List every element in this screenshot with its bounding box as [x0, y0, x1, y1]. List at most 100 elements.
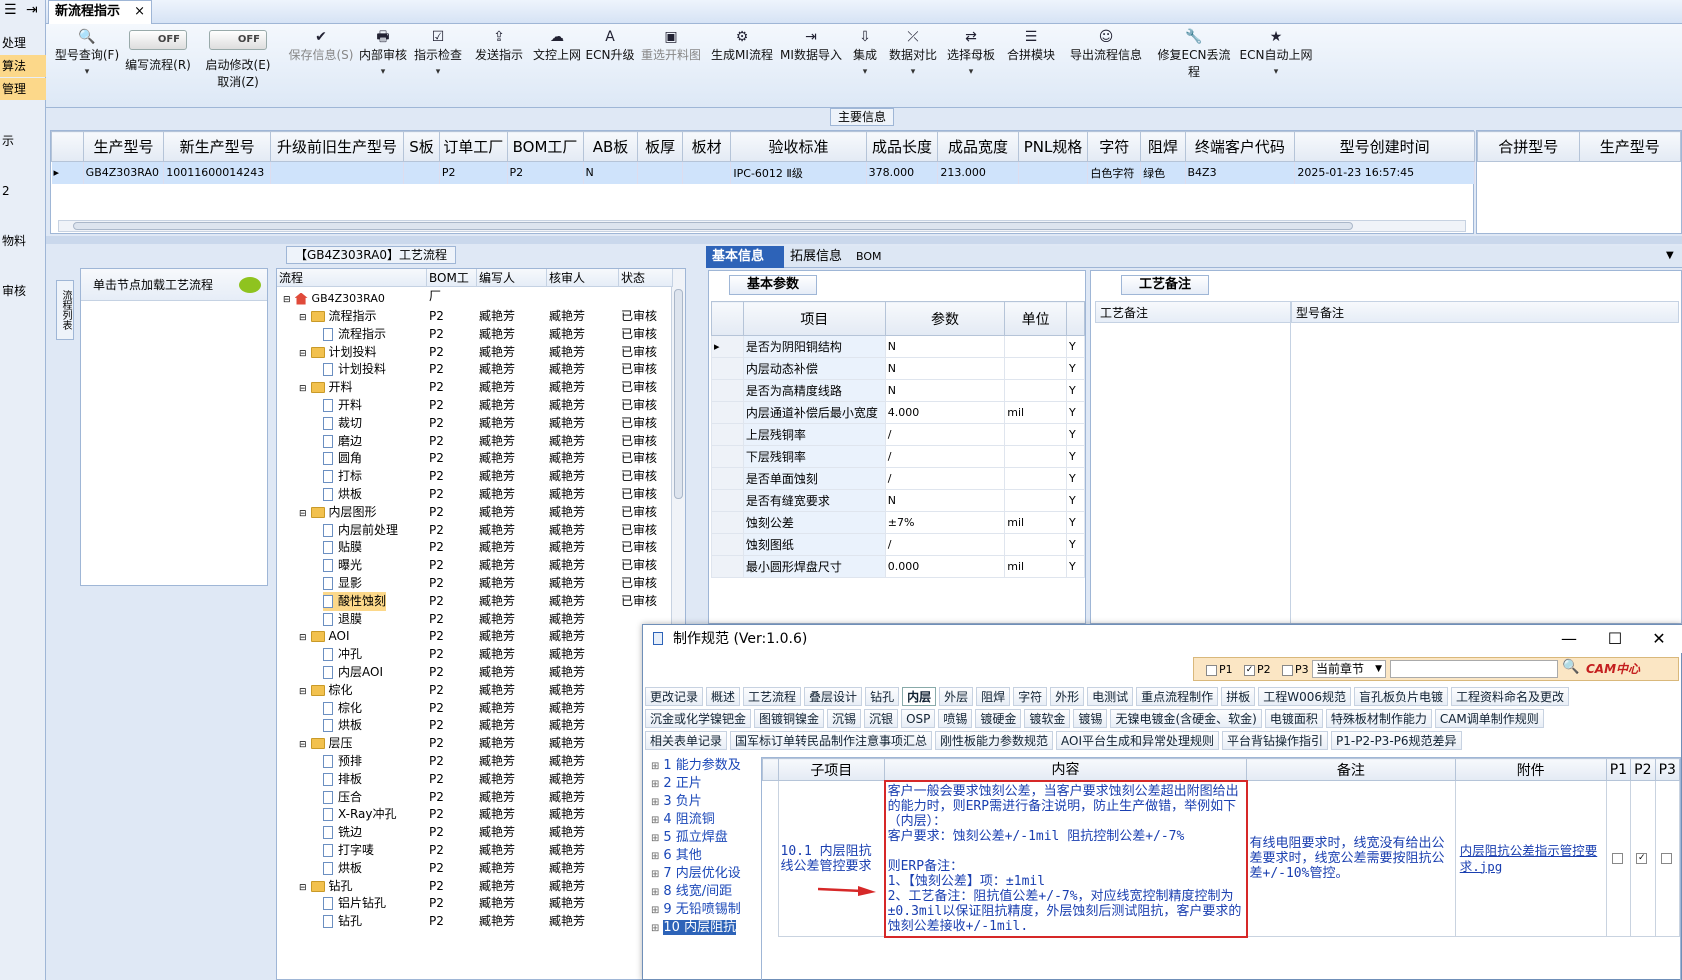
chevron-down-icon[interactable]: ▾ — [844, 67, 886, 77]
spec-tab[interactable]: 阻焊 — [976, 687, 1011, 706]
spec-tab[interactable]: CAM调单制作规则 — [1434, 709, 1544, 728]
column-header[interactable]: 升级前旧生产型号 — [269, 131, 405, 162]
toolbar-button[interactable]: 🔧 修复ECN丢流程 — [1152, 24, 1236, 108]
spec-tab[interactable]: 外层 — [939, 687, 974, 706]
tree-row[interactable]: 酸性蚀刻 P2 臧艳芳 臧艳芳 已审核 — [277, 591, 673, 611]
spec-tab[interactable]: 沉金或化学镍钯金 — [645, 709, 752, 728]
table-row[interactable]: 下层残铜率 / Y — [711, 445, 1085, 468]
column-header[interactable]: 成品长度 — [865, 131, 939, 162]
collapse-icon[interactable]: ⊟ — [299, 883, 307, 893]
column-header[interactable]: P1 — [1605, 758, 1632, 781]
chapter-node[interactable]: ⊞ 2 正片 — [651, 775, 755, 793]
toggle-switch[interactable]: OFF — [129, 30, 187, 50]
table-cell[interactable]: N — [884, 489, 1006, 512]
chevron-down-icon[interactable]: ▾ — [358, 67, 408, 77]
chapter-node[interactable]: ⊞ 5 孤立焊盘 — [651, 829, 755, 847]
p2-filter[interactable]: ✓ P2 — [1244, 663, 1271, 676]
chevron-down-icon[interactable]: ▾ — [50, 67, 124, 77]
table-cell[interactable]: 4.000 — [884, 401, 1006, 424]
spec-tab[interactable]: 工程资料命名及更改 — [1451, 687, 1570, 706]
column-header[interactable]: S板 — [403, 131, 440, 162]
spec-tab[interactable]: 内层 — [902, 687, 937, 706]
column-header[interactable]: 内容 — [884, 758, 1247, 781]
spec-tab[interactable]: 沉锡 — [827, 709, 862, 728]
collapse-icon[interactable]: ⊟ — [299, 740, 307, 750]
toolbar-button[interactable]: OFF 启动修改(E) 取消(Z) — [192, 24, 284, 108]
tree-row[interactable]: 烘板 P2 臧艳芳 臧艳芳 — [277, 716, 673, 735]
table-row[interactable]: 上层残铜率 / Y — [711, 423, 1085, 446]
column-header[interactable]: 附件 — [1454, 758, 1607, 781]
checkbox[interactable]: ✓ — [1636, 853, 1648, 864]
spec-tab[interactable]: 盲孔板负片电镀 — [1353, 687, 1448, 706]
toolbar-button[interactable]: ⇪ 发送指示 — [468, 24, 530, 108]
tree-row[interactable]: ⊟ 内层图形 P2 臧艳芳 臧艳芳 已审核 — [277, 503, 673, 522]
spec-tab[interactable]: 刚性板能力参数规范 — [935, 731, 1054, 750]
sidebar-item[interactable]: 处理 — [0, 32, 46, 54]
toolbar-button[interactable]: 🔍 型号查询(F) ▾ — [50, 24, 124, 108]
chevron-down-icon[interactable]: ▾ — [886, 67, 940, 77]
spec-tab[interactable]: 钻孔 — [865, 687, 900, 706]
tree-row[interactable]: 冲孔 P2 臧艳芳 臧艳芳 — [277, 645, 673, 664]
toggle-switch[interactable]: OFF — [209, 30, 267, 50]
chevron-down-icon[interactable]: ▾ — [1236, 67, 1316, 77]
spec-tab[interactable]: 概述 — [706, 687, 741, 706]
search-input[interactable] — [1390, 660, 1558, 678]
tree-row[interactable]: 显影 P2 臧艳芳 臧艳芳 已审核 — [277, 574, 673, 593]
spec-tab[interactable]: 镀硬金 — [975, 709, 1022, 728]
tree-row[interactable]: 内层前处理 P2 臧艳芳 臧艳芳 已审核 — [277, 521, 673, 540]
checkbox[interactable] — [1660, 853, 1672, 864]
toolbar-button[interactable]: ★ ECN自动上网 ▾ — [1236, 24, 1316, 108]
tree-row[interactable]: 预排 P2 臧艳芳 臧艳芳 — [277, 752, 673, 771]
toolbar-button[interactable]: ⤫ 数据对比 ▾ — [886, 24, 940, 108]
sidebar-item[interactable]: 2 — [0, 180, 46, 202]
close-icon[interactable]: × — [134, 1, 145, 23]
expand-icon[interactable]: ⊞ — [651, 779, 659, 790]
collapse-icon[interactable]: ⊟ — [299, 509, 307, 519]
expand-icon[interactable]: ⊞ — [651, 797, 659, 808]
pin-icon[interactable]: ⇥ — [26, 2, 38, 18]
process-note-field[interactable] — [1095, 323, 1291, 623]
column-header[interactable]: 合拼型号 — [1477, 131, 1580, 162]
column-header[interactable]: 型号创建时间 — [1294, 131, 1475, 162]
tree-root[interactable]: ⊟ GB4Z303RA0 — [277, 289, 673, 308]
chapter-node[interactable]: ⊞ 10 内层阻抗 — [651, 919, 755, 937]
sidebar-item[interactable]: 算法 — [0, 55, 46, 77]
spec-tab[interactable]: 特殊板材制作能力 — [1325, 709, 1432, 728]
spec-tab[interactable]: 相关表单记录 — [645, 731, 728, 750]
tree-row[interactable]: 磨边 P2 臧艳芳 臧艳芳 已审核 — [277, 432, 673, 451]
column-header[interactable]: 子项目 — [777, 758, 886, 781]
spec-tab[interactable]: 镀锡 — [1073, 709, 1108, 728]
column-header[interactable]: 单位 — [1004, 301, 1068, 336]
spec-tab[interactable]: 工艺流程 — [743, 687, 802, 706]
expand-icon[interactable]: ⊞ — [651, 869, 659, 880]
menu-icon[interactable]: ☰ — [4, 2, 17, 18]
table-row[interactable]: 是否为高精度线路 N Y — [711, 379, 1085, 402]
column-header[interactable]: PNL规格 — [1017, 131, 1089, 162]
toolbar-button[interactable]: ☁ 文控上网 — [530, 24, 584, 108]
tree-row[interactable]: 打字唛 P2 臧艳芳 臧艳芳 — [277, 841, 673, 860]
collapse-icon[interactable]: ⊟ — [299, 687, 307, 697]
tab-process-notes[interactable]: 工艺备注 — [1121, 275, 1209, 295]
column-header[interactable]: 项目 — [742, 301, 886, 336]
tab-new-flow[interactable]: 新流程指示 × — [48, 0, 152, 24]
spec-tab[interactable]: 叠层设计 — [804, 687, 863, 706]
tab-0[interactable]: 基本信息 — [706, 246, 784, 268]
toolbar-button[interactable]: ⇄ 选择母板 ▾ — [940, 24, 1002, 108]
collapse-icon[interactable]: ⊟ — [299, 349, 307, 359]
maximize-button[interactable]: ☐ — [1593, 625, 1637, 653]
close-button[interactable]: ✕ — [1637, 625, 1681, 653]
table-row[interactable]: 是否有缝宽要求 N Y — [711, 489, 1085, 512]
spec-tab[interactable]: OSP — [901, 709, 936, 728]
tab-basic-params[interactable]: 基本参数 — [729, 275, 817, 295]
expand-icon[interactable]: ⊞ — [651, 923, 659, 934]
column-header[interactable]: 阻焊 — [1140, 131, 1186, 162]
sidebar-item[interactable]: 示 — [0, 130, 46, 152]
p3-cell[interactable] — [1654, 780, 1680, 937]
column-header[interactable]: 终端客户代码 — [1184, 131, 1296, 162]
tree-row[interactable]: ⊟ 钻孔 P2 臧艳芳 臧艳芳 — [277, 877, 673, 896]
sidebar-item[interactable]: 审核 — [0, 280, 46, 302]
tree-row[interactable]: 烘板 P2 臧艳芳 臧艳芳 已审核 — [277, 485, 673, 504]
column-header[interactable]: 订单工厂 — [438, 131, 508, 162]
toolbar-button[interactable]: ✔ 保存信息(S) — [284, 24, 358, 108]
column-header[interactable]: 生产型号 — [82, 131, 165, 162]
